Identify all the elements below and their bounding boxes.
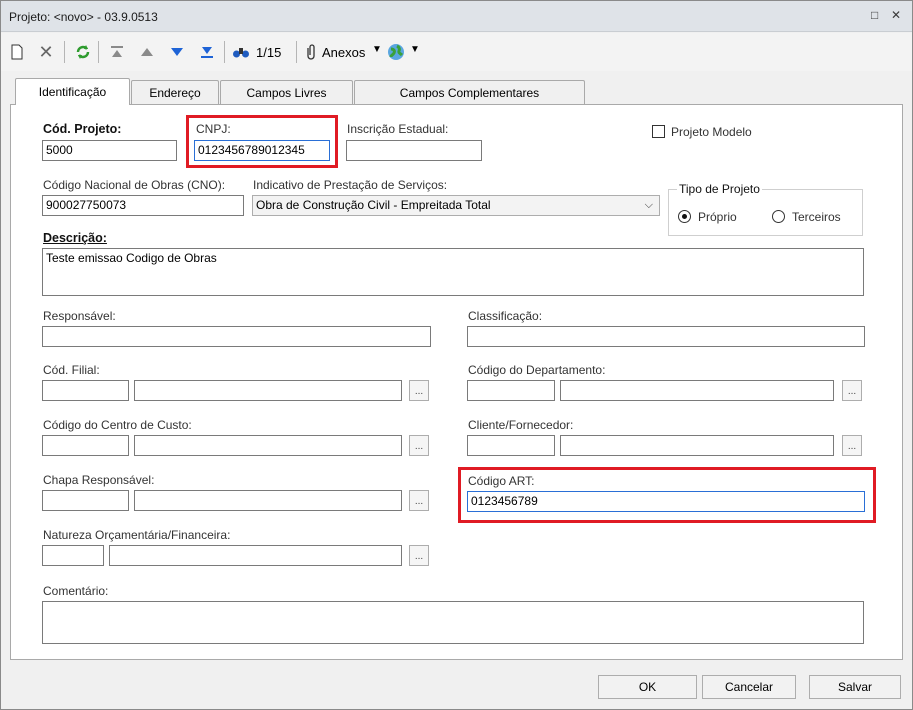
cno-input[interactable]: 900027750073 [42, 195, 244, 216]
tipo-projeto-terceiros-radio[interactable] [772, 210, 785, 223]
toolbar-separator [296, 41, 297, 63]
last-record-icon[interactable] [196, 41, 218, 63]
indicativo-select[interactable]: Obra de Construção Civil - Empreitada To… [252, 195, 660, 216]
natureza-code-input[interactable] [42, 545, 104, 566]
tipo-projeto-proprio-label: Próprio [698, 210, 737, 224]
binoculars-icon[interactable] [230, 41, 252, 63]
centro-custo-description-input[interactable] [134, 435, 402, 456]
responsavel-label: Responsável: [43, 309, 116, 323]
window-title: Projeto: <novo> - 03.9.0513 [9, 10, 158, 24]
natureza-label: Natureza Orçamentária/Financeira: [43, 528, 231, 542]
cod-departamento-description-input[interactable] [560, 380, 834, 401]
next-record-icon[interactable] [166, 41, 188, 63]
tipo-projeto-proprio-radio[interactable] [678, 210, 691, 223]
classificacao-input[interactable] [467, 326, 865, 347]
codigo-art-input[interactable]: 0123456789 [467, 491, 865, 512]
new-record-icon[interactable] [6, 41, 28, 63]
delete-icon[interactable]: ✕ [35, 41, 57, 63]
cno-label: Código Nacional de Obras (CNO): [43, 178, 226, 192]
attachments-button[interactable]: Anexos [322, 45, 365, 60]
tab-endereco[interactable]: Endereço [131, 80, 219, 104]
toolbar-separator [224, 41, 225, 63]
ok-button[interactable]: OK [598, 675, 697, 699]
cliente-fornecedor-code-input[interactable] [467, 435, 555, 456]
comentario-textarea[interactable] [42, 601, 864, 644]
cancel-button[interactable]: Cancelar [702, 675, 796, 699]
cod-departamento-label: Código do Departamento: [468, 363, 606, 377]
toolbar-separator [98, 41, 99, 63]
centro-custo-label: Código do Centro de Custo: [43, 418, 192, 432]
natureza-description-input[interactable] [109, 545, 402, 566]
tab-campos-complementares[interactable]: Campos Complementares [354, 80, 585, 104]
codigo-art-label: Código ART: [468, 474, 535, 488]
chevron-down-icon: ⌵ [644, 199, 653, 211]
title-bar: Projeto: <novo> - 03.9.0513 □ ✕ [1, 1, 912, 32]
indicativo-label: Indicativo de Prestação de Serviços: [253, 178, 448, 192]
close-icon[interactable]: ✕ [891, 8, 901, 22]
first-record-icon[interactable] [106, 41, 128, 63]
paperclip-icon[interactable] [300, 41, 322, 63]
restore-icon[interactable]: □ [871, 8, 878, 22]
centro-custo-lookup-button[interactable]: ... [409, 435, 429, 456]
previous-record-icon[interactable] [136, 41, 158, 63]
cod-departamento-code-input[interactable] [467, 380, 555, 401]
chapa-responsavel-label: Chapa Responsável: [43, 473, 155, 487]
cod-filial-label: Cód. Filial: [43, 363, 100, 377]
inscricao-estadual-label: Inscrição Estadual: [347, 122, 449, 136]
save-button[interactable]: Salvar [809, 675, 901, 699]
indicativo-selected-value: Obra de Construção Civil - Empreitada To… [256, 198, 491, 212]
descricao-label: Descrição: [43, 231, 107, 245]
classificacao-label: Classificação: [468, 309, 543, 323]
record-counter: 1/15 [256, 45, 282, 60]
chapa-responsavel-code-input[interactable] [42, 490, 129, 511]
globe-icon[interactable] [385, 41, 407, 63]
attachments-dropdown-icon[interactable]: ▼ [372, 44, 382, 55]
toolbar-separator [64, 41, 65, 63]
chapa-responsavel-description-input[interactable] [134, 490, 402, 511]
natureza-lookup-button[interactable]: ... [409, 545, 429, 566]
projeto-modelo-checkbox[interactable] [652, 125, 665, 138]
chapa-responsavel-lookup-button[interactable]: ... [409, 490, 429, 511]
tab-identificacao[interactable]: Identificação [15, 78, 130, 105]
cod-projeto-label: Cód. Projeto: [43, 122, 122, 136]
descricao-textarea[interactable]: Teste emissao Codigo de Obras [42, 248, 864, 296]
refresh-icon[interactable] [72, 41, 94, 63]
cnpj-input[interactable]: 0123456789012345 [194, 140, 330, 161]
comentario-label: Comentário: [43, 584, 109, 598]
cod-filial-lookup-button[interactable]: ... [409, 380, 429, 401]
tipo-projeto-label: Tipo de Projeto [677, 182, 762, 196]
cliente-fornecedor-lookup-button[interactable]: ... [842, 435, 862, 456]
tab-campos-livres[interactable]: Campos Livres [220, 80, 353, 104]
cliente-fornecedor-description-input[interactable] [560, 435, 834, 456]
cod-departamento-lookup-button[interactable]: ... [842, 380, 862, 401]
cod-projeto-input[interactable]: 5000 [42, 140, 177, 161]
cod-filial-code-input[interactable] [42, 380, 129, 401]
centro-custo-code-input[interactable] [42, 435, 129, 456]
globe-dropdown-icon[interactable]: ▼ [410, 44, 420, 55]
projeto-modelo-label: Projeto Modelo [671, 125, 752, 139]
inscricao-estadual-input[interactable] [346, 140, 482, 161]
responsavel-input[interactable] [42, 326, 431, 347]
cnpj-label: CNPJ: [196, 122, 231, 136]
cod-filial-description-input[interactable] [134, 380, 402, 401]
cliente-fornecedor-label: Cliente/Fornecedor: [468, 418, 574, 432]
tipo-projeto-terceiros-label: Terceiros [792, 210, 841, 224]
